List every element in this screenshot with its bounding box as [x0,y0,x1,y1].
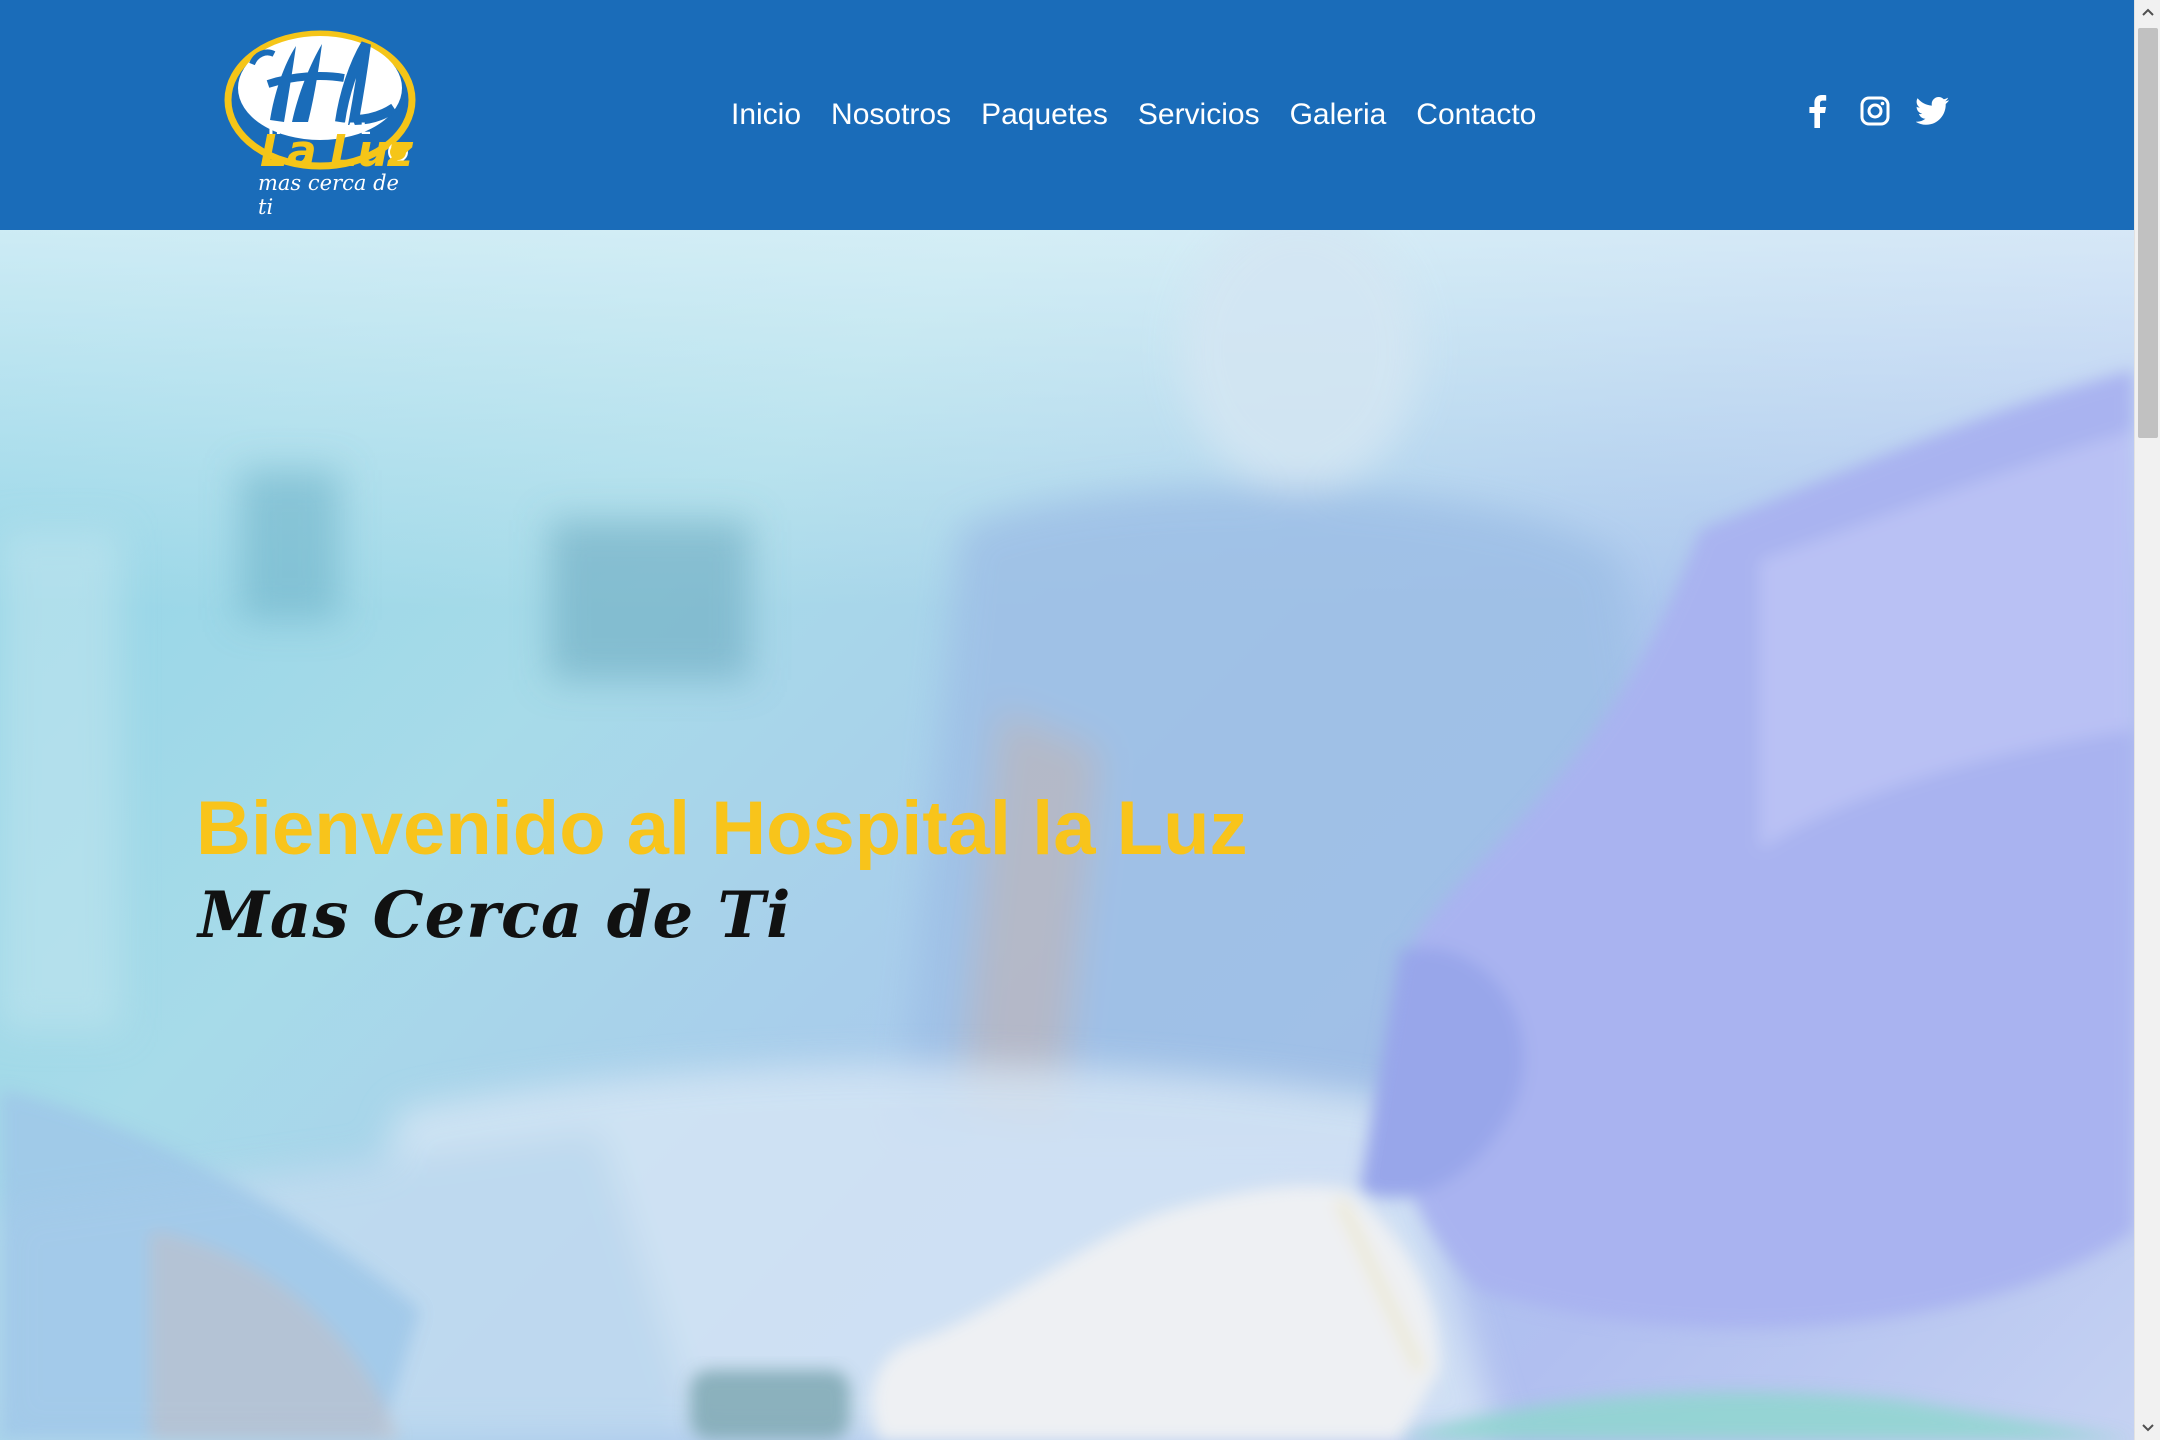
facebook-icon[interactable] [1800,94,1834,128]
hero-section: Bienvenido al Hospital la Luz Mas Cerca … [0,230,2134,1440]
main-nav: Inicio Nosotros Paquetes Servicios Galer… [716,93,1551,137]
nav-link-paquetes[interactable]: Paquetes [966,93,1123,137]
hero-title: Bienvenido al Hospital la Luz [196,786,1248,871]
logo-brand-name: La Luz [260,126,413,177]
hospital-logo[interactable]: HOSPITAL La Luz mas cerca de ti [222,24,418,219]
site-header: HOSPITAL La Luz mas cerca de ti Inicio N… [0,0,2134,230]
hero-subtitle: Mas Cerca de Ti [198,878,792,953]
nav-link-galeria[interactable]: Galeria [1275,93,1402,137]
nav-link-servicios[interactable]: Servicios [1123,93,1275,137]
twitter-icon[interactable] [1916,94,1950,128]
nav-link-nosotros[interactable]: Nosotros [816,93,966,137]
page: HOSPITAL La Luz mas cerca de ti Inicio N… [0,0,2160,1440]
social-links [1800,94,1950,128]
nav-link-contacto[interactable]: Contacto [1401,93,1551,137]
scrollbar-thumb[interactable] [2138,28,2158,438]
page-scrollbar[interactable] [2134,0,2160,1440]
logo-tagline: mas cerca de ti [258,171,399,219]
scroll-up-icon[interactable] [2135,0,2160,24]
scroll-down-icon[interactable] [2135,1416,2160,1440]
instagram-icon[interactable] [1858,94,1892,128]
nav-link-inicio[interactable]: Inicio [716,93,816,137]
